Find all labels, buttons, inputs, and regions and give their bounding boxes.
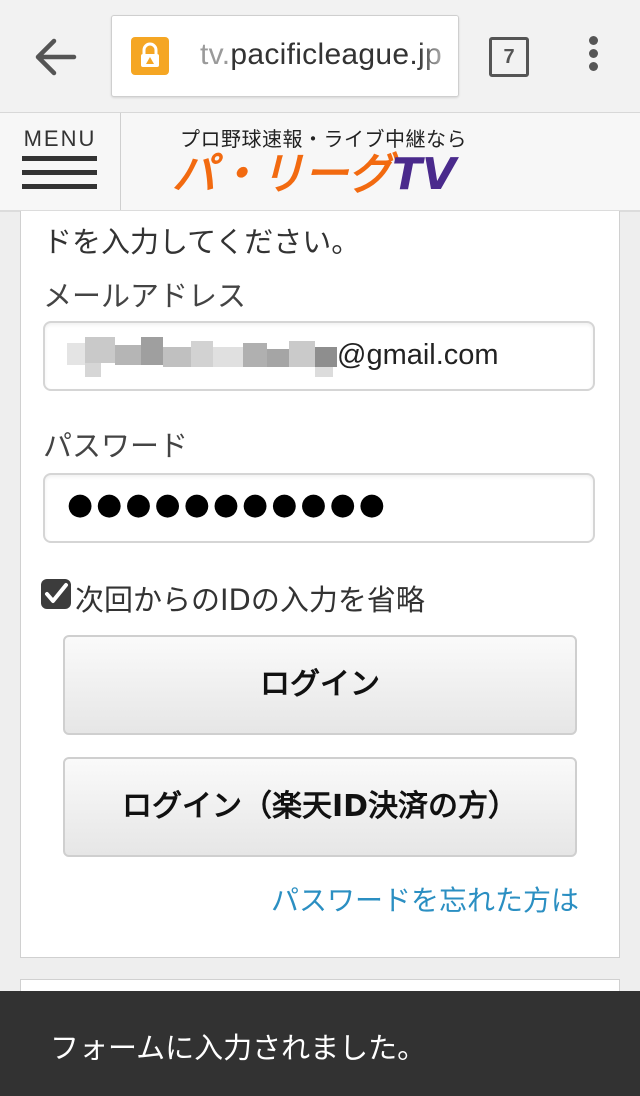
email-field[interactable]: @gmail.com xyxy=(43,321,595,391)
url-text: tv.pacificleague.jp xyxy=(200,38,442,71)
toast-message: フォームに入力されました。 xyxy=(50,1031,427,1065)
email-domain-text: @gmail.com xyxy=(337,339,499,371)
login-form-card: ドを入力してください。 メールアドレス @gmail.com パスワード ●●●… xyxy=(20,211,620,958)
remember-id-checkbox[interactable] xyxy=(41,579,71,609)
hamburger-icon xyxy=(22,156,97,161)
menu-label: MENU xyxy=(23,126,97,151)
forgot-password-link[interactable]: パスワードを忘れた方は xyxy=(271,879,579,919)
password-field[interactable]: ●●●●●●●●●●● xyxy=(43,473,595,543)
back-arrow-icon[interactable] xyxy=(30,33,82,81)
lock-icon xyxy=(131,37,169,75)
address-bar[interactable]: tv.pacificleague.jp xyxy=(111,15,459,97)
site-logo[interactable]: パ・リーグTV xyxy=(172,147,456,203)
autofill-toast: フォームに入力されました。 xyxy=(0,991,640,1096)
login-button[interactable]: ログイン xyxy=(63,635,577,735)
overflow-menu-icon[interactable] xyxy=(582,36,604,76)
login-rakuten-button[interactable]: ログイン（楽天ID決済の方） xyxy=(63,757,577,857)
browser-toolbar: tv.pacificleague.jp 7 xyxy=(0,0,640,113)
redacted-email xyxy=(67,337,337,377)
tab-switcher-button[interactable]: 7 xyxy=(489,37,529,77)
menu-button[interactable]: MENU xyxy=(0,113,121,210)
password-mask: ●●●●●●●●●●● xyxy=(67,487,388,522)
email-label: メールアドレス xyxy=(43,279,247,313)
password-label: パスワード xyxy=(43,429,189,463)
site-header: MENU プロ野球速報・ライブ中継なら パ・リーグTV xyxy=(0,113,640,212)
remember-id-label: 次回からのIDの入力を省略 xyxy=(75,583,425,617)
form-instructions: ドを入力してください。 xyxy=(43,225,361,259)
